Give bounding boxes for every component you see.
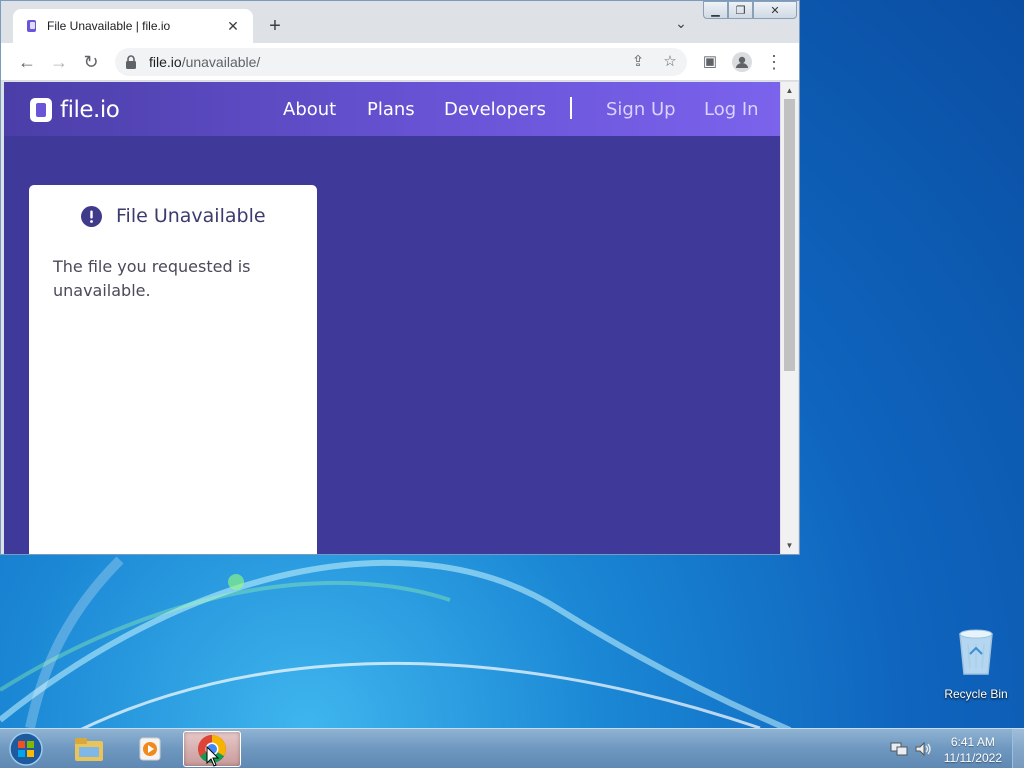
card-heading: File Unavailable (116, 205, 266, 227)
lock-icon (126, 55, 136, 69)
tab-search-chevron-icon[interactable]: ⌄ (671, 15, 691, 35)
desktop-icon-recycle-bin[interactable]: Recycle Bin (940, 628, 1012, 701)
page-viewport: file.io About Plans Developers Sign Up L… (4, 82, 780, 554)
site-logo[interactable]: file.io (28, 97, 120, 123)
share-icon[interactable]: ⇪ (629, 53, 647, 71)
page-scrollbar[interactable]: ▲ ▼ (780, 82, 798, 554)
card-message: The file you requested is unavailable. (53, 257, 251, 300)
minimize-button[interactable]: ▁ (703, 1, 728, 19)
card-header: File Unavailable (81, 205, 266, 227)
bookmark-star-icon[interactable]: ☆ (661, 53, 679, 71)
nav-about[interactable]: About (283, 99, 336, 120)
tab-strip: File Unavailable | file.io ✕ + ⌄ ▁ ❐ ✕ (1, 1, 799, 43)
taskbar-media-player[interactable] (121, 731, 179, 767)
clock-time: 6:41 AM (950, 735, 995, 749)
side-panel-icon[interactable]: ▣ (698, 50, 722, 74)
nav-sign-up[interactable]: Sign Up (606, 99, 676, 120)
desktop-icon-label: Recycle Bin (944, 687, 1008, 701)
volume-icon[interactable] (914, 741, 932, 757)
media-player-icon (139, 737, 161, 761)
forward-arrow-icon[interactable]: → (47, 50, 71, 74)
close-window-button[interactable]: ✕ (753, 1, 797, 19)
browser-tab[interactable]: File Unavailable | file.io ✕ (13, 9, 253, 43)
alert-exclamation-icon (81, 205, 102, 227)
browser-window: File Unavailable | file.io ✕ + ⌄ ▁ ❐ ✕ ←… (0, 0, 800, 555)
back-arrow-icon[interactable]: ← (15, 50, 39, 74)
reload-icon[interactable]: ↻ (79, 50, 103, 74)
nav-plans[interactable]: Plans (367, 99, 415, 120)
scrollbar-thumb[interactable] (784, 99, 795, 371)
url-path: /unavailable/ (181, 54, 261, 70)
maximize-button[interactable]: ❐ (728, 1, 753, 19)
logo-text: file.io (60, 97, 120, 123)
network-icon[interactable] (890, 741, 908, 757)
show-desktop-button[interactable] (1012, 729, 1024, 768)
tab-title: File Unavailable | file.io (47, 19, 171, 33)
clock-date: 11/11/2022 (943, 751, 1002, 765)
taskbar-file-explorer[interactable] (60, 731, 118, 767)
mouse-cursor-icon (206, 746, 220, 767)
unavailable-card: File Unavailable The file you requested … (29, 185, 317, 554)
file-explorer-icon (75, 738, 103, 761)
fileio-logo-icon (30, 98, 52, 122)
start-orb-icon[interactable] (6, 731, 46, 767)
url-host: file.io (149, 54, 182, 70)
browser-toolbar: ← → ↻ file.io/unavailable/ ⇪ ☆ ▣ ⋮ (1, 43, 799, 81)
nav-log-in[interactable]: Log In (704, 99, 759, 120)
nav-divider (570, 97, 572, 119)
nav-developers[interactable]: Developers (444, 99, 546, 120)
fileio-favicon-icon (27, 20, 36, 32)
profile-avatar-icon[interactable] (730, 50, 754, 74)
recycle-bin-icon (959, 629, 993, 675)
scroll-down-arrow-icon[interactable]: ▼ (781, 537, 798, 554)
system-tray: 6:41 AM 11/11/2022 (874, 729, 1024, 768)
taskbar: 6:41 AM 11/11/2022 (0, 728, 1024, 768)
new-tab-button[interactable]: + (263, 15, 287, 39)
site-header: file.io About Plans Developers Sign Up L… (4, 82, 780, 136)
tab-close-icon[interactable]: ✕ (225, 18, 241, 35)
address-bar[interactable]: file.io/unavailable/ ⇪ ☆ (115, 48, 687, 76)
taskbar-clock[interactable]: 6:41 AM 11/11/2022 (944, 734, 1002, 766)
scroll-up-arrow-icon[interactable]: ▲ (781, 82, 798, 99)
kebab-menu-icon[interactable]: ⋮ (762, 50, 786, 74)
